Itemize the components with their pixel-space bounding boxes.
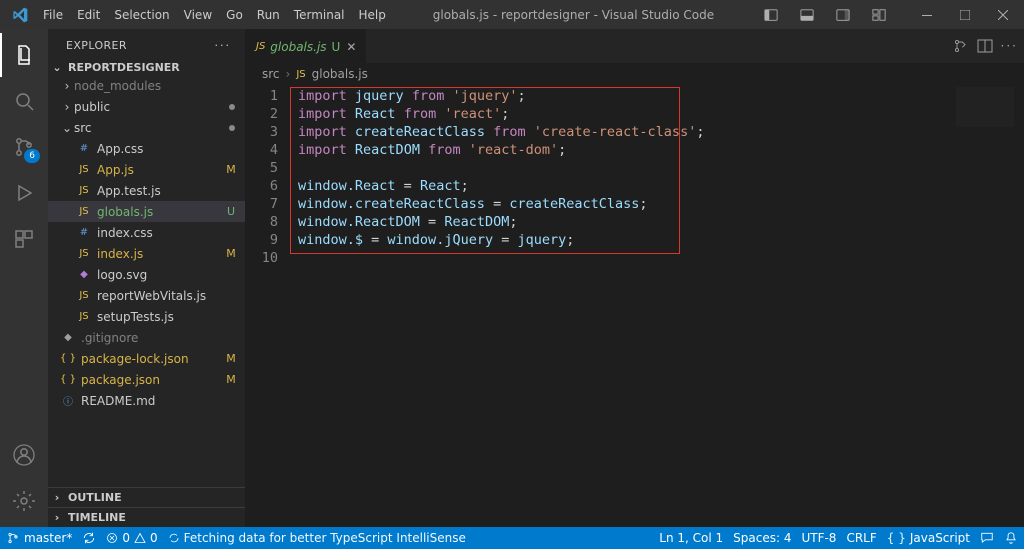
menu-bar: File Edit Selection View Go Run Terminal… xyxy=(36,2,393,28)
window-close-button[interactable] xyxy=(986,0,1020,29)
js-file-icon: JS xyxy=(256,41,265,52)
activity-settings-icon[interactable] xyxy=(0,479,48,523)
file-index-css[interactable]: # index.css xyxy=(48,222,245,243)
menu-selection[interactable]: Selection xyxy=(107,2,176,28)
toggle-primary-sidebar-icon[interactable] xyxy=(754,0,788,29)
file-app-js[interactable]: JS App.js M xyxy=(48,159,245,180)
file-tree: › node_modules › public ⌄ src # App.css … xyxy=(48,75,245,487)
code-content[interactable]: import jquery from 'jquery';import React… xyxy=(288,87,1024,527)
file-report-web-vitals[interactable]: JS reportWebVitals.js xyxy=(48,285,245,306)
chevron-down-icon: ⌄ xyxy=(50,61,64,74)
status-ln-col[interactable]: Ln 1, Col 1 xyxy=(659,531,723,545)
timeline-label: TIMELINE xyxy=(68,511,126,524)
chevron-right-icon: › xyxy=(50,511,64,524)
code-editor[interactable]: 12345 678910 import jquery from 'jquery'… xyxy=(246,85,1024,527)
file-app-test-js[interactable]: JS App.test.js xyxy=(48,180,245,201)
status-branch[interactable]: master* xyxy=(6,531,72,545)
crumb-file[interactable]: globals.js xyxy=(312,67,368,81)
file-readme[interactable]: ⓘ README.md xyxy=(48,390,245,411)
status-problems[interactable]: 0 0 xyxy=(106,531,157,545)
status-eol[interactable]: CRLF xyxy=(846,531,876,545)
dirty-dot-icon xyxy=(229,125,235,131)
tab-globals-js[interactable]: JS globals.js U ✕ xyxy=(246,29,367,63)
toggle-panel-icon[interactable] xyxy=(790,0,824,29)
title-bar: File Edit Selection View Go Run Terminal… xyxy=(0,0,1024,29)
editor-area: JS globals.js U ✕ ··· src › JS xyxy=(246,29,1024,527)
editor-more-icon[interactable]: ··· xyxy=(1001,39,1018,53)
tab-git-status: U xyxy=(332,40,341,54)
menu-run[interactable]: Run xyxy=(250,2,287,28)
explorer-more-icon[interactable]: ··· xyxy=(215,39,232,52)
folder-src[interactable]: ⌄ src xyxy=(48,117,245,138)
activity-explorer-icon[interactable] xyxy=(0,33,48,77)
activity-extensions-icon[interactable] xyxy=(0,217,48,261)
file-index-js[interactable]: JS index.js M xyxy=(48,243,245,264)
status-notifications-icon[interactable] xyxy=(1004,531,1018,545)
customize-layout-icon[interactable] xyxy=(862,0,896,29)
chevron-right-icon: › xyxy=(286,67,291,81)
activity-source-control-icon[interactable]: 6 xyxy=(0,125,48,169)
menu-edit[interactable]: Edit xyxy=(70,2,107,28)
section-outline[interactable]: › OUTLINE xyxy=(48,487,245,507)
menu-go[interactable]: Go xyxy=(219,2,250,28)
split-editor-icon[interactable] xyxy=(977,38,993,54)
menu-help[interactable]: Help xyxy=(352,2,393,28)
status-encoding[interactable]: UTF-8 xyxy=(801,531,836,545)
activity-accounts-icon[interactable] xyxy=(0,433,48,477)
status-spaces[interactable]: Spaces: 4 xyxy=(733,531,791,545)
dirty-dot-icon xyxy=(229,104,235,110)
line-numbers: 12345 678910 xyxy=(246,87,288,527)
window-minimize-button[interactable] xyxy=(910,0,944,29)
menu-view[interactable]: View xyxy=(177,2,219,28)
file-setup-tests[interactable]: JS setupTests.js xyxy=(48,306,245,327)
status-ts-fetching[interactable]: Fetching data for better TypeScript Inte… xyxy=(168,531,466,545)
activity-bar: 6 xyxy=(0,29,48,527)
file-package-json[interactable]: { } package.json M xyxy=(48,369,245,390)
menu-file[interactable]: File xyxy=(36,2,70,28)
vscode-logo-icon xyxy=(12,7,28,23)
outline-label: OUTLINE xyxy=(68,491,122,504)
minimap[interactable] xyxy=(956,87,1014,127)
tab-filename: globals.js xyxy=(270,40,326,54)
status-feedback-icon[interactable] xyxy=(980,531,994,545)
file-app-css[interactable]: # App.css xyxy=(48,138,245,159)
explorer-title: EXPLORER xyxy=(66,39,127,52)
toggle-secondary-sidebar-icon[interactable] xyxy=(826,0,860,29)
status-language[interactable]: { }JavaScript xyxy=(887,531,970,545)
folder-node-modules[interactable]: › node_modules xyxy=(48,75,245,96)
activity-run-debug-icon[interactable] xyxy=(0,171,48,215)
js-file-icon: JS xyxy=(296,69,305,80)
crumb-src[interactable]: src xyxy=(262,67,280,81)
window-title: globals.js - reportdesigner - Visual Stu… xyxy=(393,8,754,22)
window-maximize-button[interactable] xyxy=(948,0,982,29)
status-bar: master* 0 0 Fetching data for better Typ… xyxy=(0,527,1024,549)
status-sync-icon[interactable] xyxy=(82,531,96,545)
close-tab-icon[interactable]: ✕ xyxy=(346,40,356,54)
file-globals-js[interactable]: JS globals.js U xyxy=(48,201,245,222)
file-logo-svg[interactable]: ◆ logo.svg xyxy=(48,264,245,285)
chevron-right-icon: › xyxy=(50,491,64,504)
activity-search-icon[interactable] xyxy=(0,79,48,123)
file-gitignore[interactable]: ◆ .gitignore xyxy=(48,327,245,348)
file-package-lock[interactable]: { } package-lock.json M xyxy=(48,348,245,369)
scm-badge: 6 xyxy=(24,149,40,163)
menu-terminal[interactable]: Terminal xyxy=(287,2,352,28)
compare-changes-icon[interactable] xyxy=(953,38,969,54)
project-name: REPORTDESIGNER xyxy=(68,61,180,74)
section-timeline[interactable]: › TIMELINE xyxy=(48,507,245,527)
folder-public[interactable]: › public xyxy=(48,96,245,117)
explorer-sidebar: EXPLORER ··· ⌄ REPORTDESIGNER › node_mod… xyxy=(48,29,246,527)
breadcrumbs[interactable]: src › JS globals.js xyxy=(246,63,1024,85)
project-root-header[interactable]: ⌄ REPORTDESIGNER xyxy=(48,60,245,75)
